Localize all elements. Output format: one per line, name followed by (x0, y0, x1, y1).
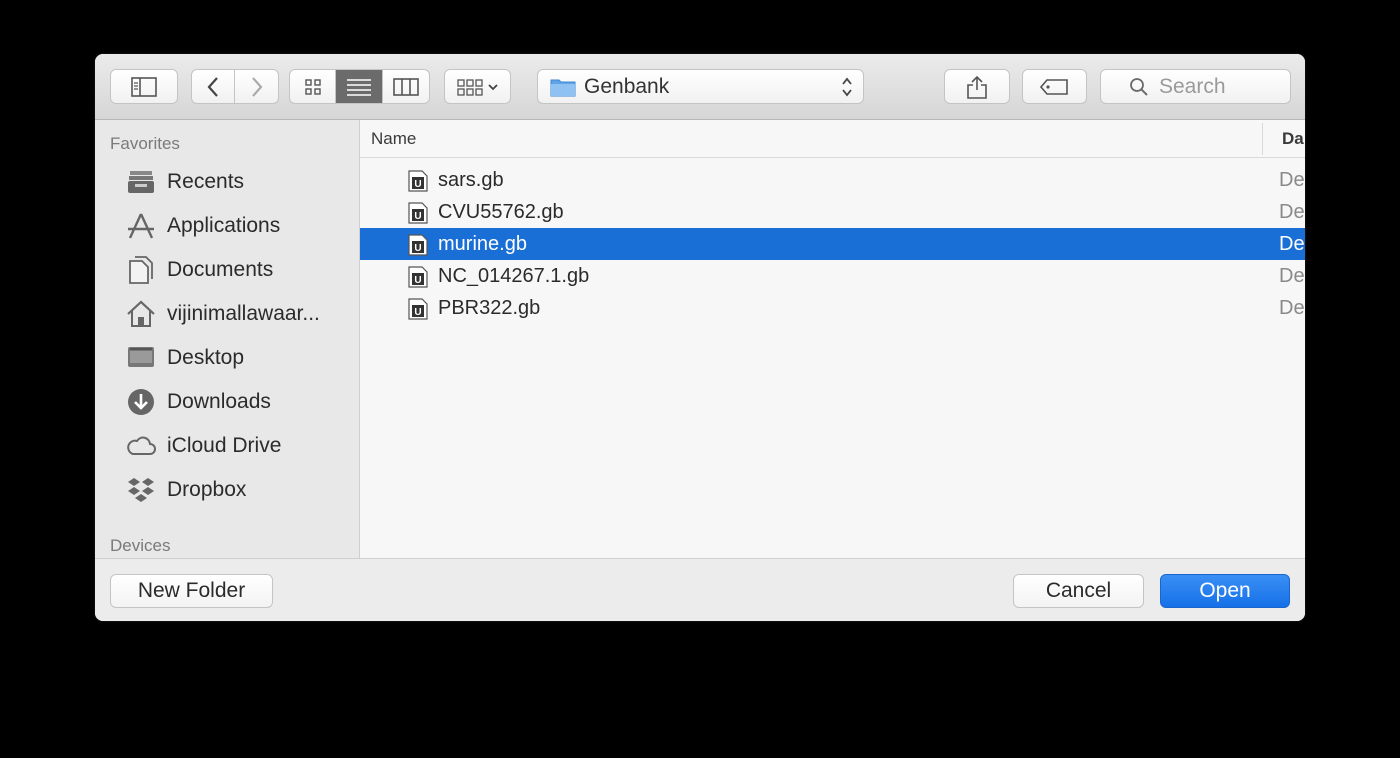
document-file-icon: U (408, 202, 428, 224)
svg-text:U: U (414, 243, 421, 254)
file-date: De (1279, 233, 1305, 255)
document-file-icon: U (408, 266, 428, 288)
dropbox-icon (128, 478, 154, 502)
svg-text:U: U (414, 307, 421, 318)
file-name: PBR322.gb (438, 297, 541, 319)
sidebar-item-label: iCloud Drive (167, 434, 282, 457)
folder-icon (550, 79, 576, 96)
sidebar-item-downloads[interactable]: Downloads (125, 382, 355, 422)
sidebar-toggle-button[interactable] (110, 69, 178, 104)
view-mode-control (289, 69, 430, 104)
home-icon (127, 300, 155, 327)
file-name: murine.gb (438, 233, 527, 255)
file-row[interactable]: U PBR322.gb De (360, 292, 1305, 324)
share-icon (967, 75, 987, 99)
icon-view-button[interactable] (290, 70, 337, 103)
updown-chevron-icon (842, 77, 852, 97)
open-file-dialog: Genbank Search Favorites Recents Applica… (95, 54, 1305, 621)
share-button[interactable] (944, 69, 1010, 104)
search-field[interactable]: Search (1100, 69, 1291, 104)
sidebar-item-desktop[interactable]: Desktop (125, 338, 355, 378)
desktop-icon (128, 347, 154, 367)
column-header-name[interactable]: Name (371, 129, 416, 149)
column-divider[interactable] (1262, 123, 1263, 155)
sidebar-item-label: Downloads (167, 390, 271, 413)
sidebar-item-label: Desktop (167, 346, 245, 369)
sidebar-item-label: Documents (167, 258, 274, 281)
path-label: Genbank (584, 74, 670, 98)
column-view-button[interactable] (383, 70, 429, 103)
file-row[interactable]: U NC_014267.1.gb De (360, 260, 1305, 292)
column-header-row: Name Da (360, 120, 1305, 158)
file-name: NC_014267.1.gb (438, 265, 590, 287)
document-file-icon: U (408, 234, 428, 256)
file-row-selected[interactable]: U murine.gb De (360, 228, 1305, 260)
svg-text:U: U (414, 275, 421, 286)
file-date: De (1279, 201, 1305, 223)
back-button[interactable] (192, 70, 236, 103)
open-button[interactable]: Open (1160, 574, 1290, 608)
sidebar-item-label: Recents (167, 170, 245, 193)
toolbar: Genbank Search (95, 54, 1305, 120)
icloud-icon (127, 436, 156, 455)
sidebar-item-home[interactable]: vijinimallawaar... (125, 294, 355, 334)
search-icon (1130, 77, 1148, 96)
new-folder-button[interactable]: New Folder (110, 574, 273, 608)
path-popup-button[interactable]: Genbank (537, 69, 864, 104)
tags-button[interactable] (1022, 69, 1087, 104)
sidebar-item-dropbox[interactable]: Dropbox (125, 470, 355, 510)
chevron-right-icon (251, 76, 262, 97)
file-date: De (1279, 297, 1305, 319)
sidebar: Favorites Recents Applications Documents… (95, 120, 360, 558)
svg-text:U: U (414, 179, 421, 190)
forward-button[interactable] (235, 70, 278, 103)
search-placeholder: Search (1159, 74, 1226, 98)
documents-icon (129, 256, 153, 284)
document-file-icon: U (408, 170, 428, 192)
devices-header: Devices (110, 536, 171, 555)
chevron-down-icon (487, 83, 498, 90)
dialog-footer: New Folder Cancel Open (95, 558, 1305, 621)
column-header-date[interactable]: Da (1282, 129, 1304, 149)
cancel-button[interactable]: Cancel (1013, 574, 1144, 608)
file-date: De (1279, 169, 1305, 191)
chevron-left-icon (207, 76, 218, 97)
favorites-header: Favorites (110, 134, 180, 153)
group-by-button[interactable] (444, 69, 511, 104)
arrange-grid-icon (456, 78, 483, 96)
list-view-button[interactable] (336, 70, 383, 103)
sidebar-item-label: Applications (167, 214, 281, 237)
sidebar-item-recents[interactable]: Recents (125, 162, 355, 202)
sidebar-item-label: vijinimallawaar... (167, 302, 320, 325)
sidebar-item-applications[interactable]: Applications (125, 206, 355, 246)
document-file-icon: U (408, 298, 428, 320)
downloads-icon (128, 389, 154, 415)
file-row[interactable]: U CVU55762.gb De (360, 196, 1305, 228)
file-name: sars.gb (438, 169, 504, 191)
file-row[interactable]: U sars.gb De (360, 164, 1305, 196)
sidebar-item-documents[interactable]: Documents (125, 250, 355, 290)
icon-grid-icon (304, 78, 321, 95)
svg-text:U: U (414, 211, 421, 222)
file-name: CVU55762.gb (438, 201, 564, 223)
sidebar-item-icloud[interactable]: iCloud Drive (125, 426, 355, 466)
tag-icon (1039, 78, 1068, 95)
file-date: De (1279, 265, 1305, 287)
file-list: Name Da U sars.gb De U CVU55762.gb De U … (360, 120, 1305, 558)
recents-icon (128, 171, 154, 193)
columns-icon (393, 77, 419, 96)
sidebar-item-label: Dropbox (167, 478, 247, 501)
list-icon (347, 78, 372, 96)
sidebar-icon (131, 76, 157, 97)
applications-icon (128, 213, 154, 239)
back-forward-control (191, 69, 279, 104)
